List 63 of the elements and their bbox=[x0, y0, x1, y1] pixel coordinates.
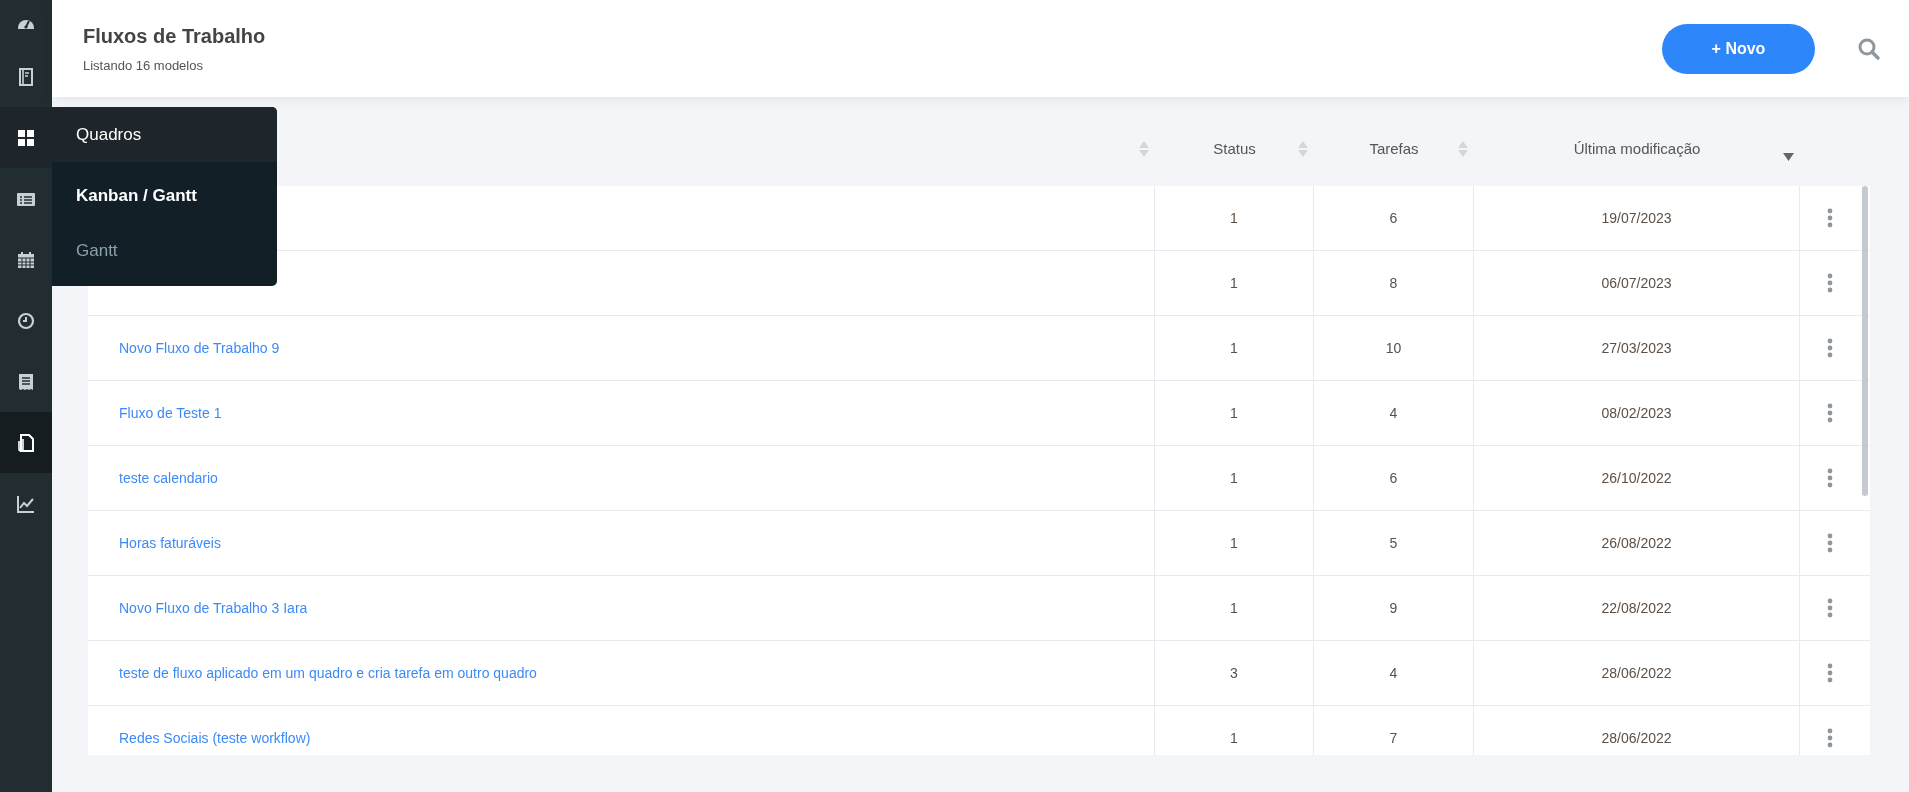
modified-date: 08/02/2023 bbox=[1601, 405, 1672, 421]
page-title: Fluxos de Trabalho bbox=[83, 24, 266, 48]
modified-date: 27/03/2023 bbox=[1601, 340, 1672, 356]
column-header[interactable]: Tarefas bbox=[1369, 140, 1419, 157]
more-options-icon[interactable] bbox=[1827, 468, 1833, 488]
modified-date: 28/06/2022 bbox=[1601, 665, 1672, 681]
status-value: 1 bbox=[1230, 730, 1238, 746]
column-header[interactable]: Status bbox=[1213, 140, 1256, 157]
notebook-icon bbox=[16, 66, 36, 87]
task-count: 4 bbox=[1389, 665, 1398, 681]
modified-date: 19/07/2023 bbox=[1601, 210, 1672, 226]
modified-date: 28/06/2022 bbox=[1601, 730, 1672, 746]
more-options-icon[interactable] bbox=[1827, 728, 1833, 748]
modified-date: 06/07/2023 bbox=[1601, 275, 1672, 291]
status-value: 1 bbox=[1230, 535, 1238, 551]
status-value: 1 bbox=[1230, 600, 1238, 616]
workflow-link[interactable]: Horas faturáveis bbox=[119, 535, 221, 551]
task-count: 5 bbox=[1389, 535, 1398, 551]
task-count: 8 bbox=[1389, 275, 1398, 291]
menu-item[interactable]: Kanban / Gantt bbox=[52, 168, 197, 223]
task-count: 7 bbox=[1389, 730, 1398, 746]
workflow-link[interactable]: Fluxo de Teste 1 bbox=[119, 405, 222, 421]
clock-icon bbox=[16, 310, 36, 331]
more-options-icon[interactable] bbox=[1827, 208, 1833, 228]
status-value: 1 bbox=[1230, 210, 1238, 226]
chart-icon bbox=[16, 493, 36, 514]
workflow-link[interactable]: teste calendario bbox=[119, 470, 218, 486]
sidebar-item[interactable] bbox=[0, 412, 52, 473]
more-options-icon[interactable] bbox=[1827, 273, 1833, 293]
more-options-icon[interactable] bbox=[1827, 338, 1833, 358]
menu-item[interactable]: Gantt bbox=[52, 223, 118, 278]
search-icon[interactable] bbox=[1857, 36, 1881, 61]
sort-descending-icon[interactable] bbox=[1783, 153, 1794, 161]
status-value: 1 bbox=[1230, 275, 1238, 291]
modified-date: 26/10/2022 bbox=[1601, 470, 1672, 486]
status-value: 1 bbox=[1230, 340, 1238, 356]
workflow-link[interactable]: teste de fluxo aplicado em um quadro e cria tarefa em outro quadro bbox=[119, 665, 537, 681]
task-count: 10 bbox=[1385, 340, 1402, 356]
new-button[interactable]: + Novo bbox=[1662, 23, 1815, 74]
receipt-icon bbox=[16, 371, 36, 392]
more-options-icon[interactable] bbox=[1827, 533, 1833, 553]
more-options-icon[interactable] bbox=[1827, 598, 1833, 618]
status-value: 1 bbox=[1230, 470, 1238, 486]
calendar-icon bbox=[16, 249, 36, 270]
grid-icon bbox=[16, 127, 36, 148]
modified-date: 22/08/2022 bbox=[1601, 600, 1672, 616]
scrollbar[interactable] bbox=[1862, 186, 1868, 496]
status-value: 1 bbox=[1230, 405, 1238, 421]
task-count: 6 bbox=[1389, 470, 1398, 486]
task-count: 4 bbox=[1389, 405, 1398, 421]
page-subtitle: Listando 16 modelos bbox=[83, 57, 203, 73]
task-count: 9 bbox=[1389, 600, 1398, 616]
workflow-link[interactable]: Novo Fluxo de Trabalho 9 bbox=[119, 340, 280, 356]
more-options-icon[interactable] bbox=[1827, 403, 1833, 423]
modified-date: 26/08/2022 bbox=[1601, 535, 1672, 551]
more-options-icon[interactable] bbox=[1827, 663, 1833, 683]
column-header[interactable]: Última modificação bbox=[1573, 140, 1701, 157]
workflow-link[interactable]: Novo Fluxo de Trabalho 3 Iara bbox=[119, 600, 308, 616]
workflow-link[interactable]: Redes Sociais (teste workflow) bbox=[119, 730, 311, 746]
menu-title[interactable]: Quadros bbox=[52, 107, 277, 162]
document-icon bbox=[16, 432, 36, 453]
task-count: 6 bbox=[1389, 210, 1398, 226]
status-value: 3 bbox=[1230, 665, 1238, 681]
